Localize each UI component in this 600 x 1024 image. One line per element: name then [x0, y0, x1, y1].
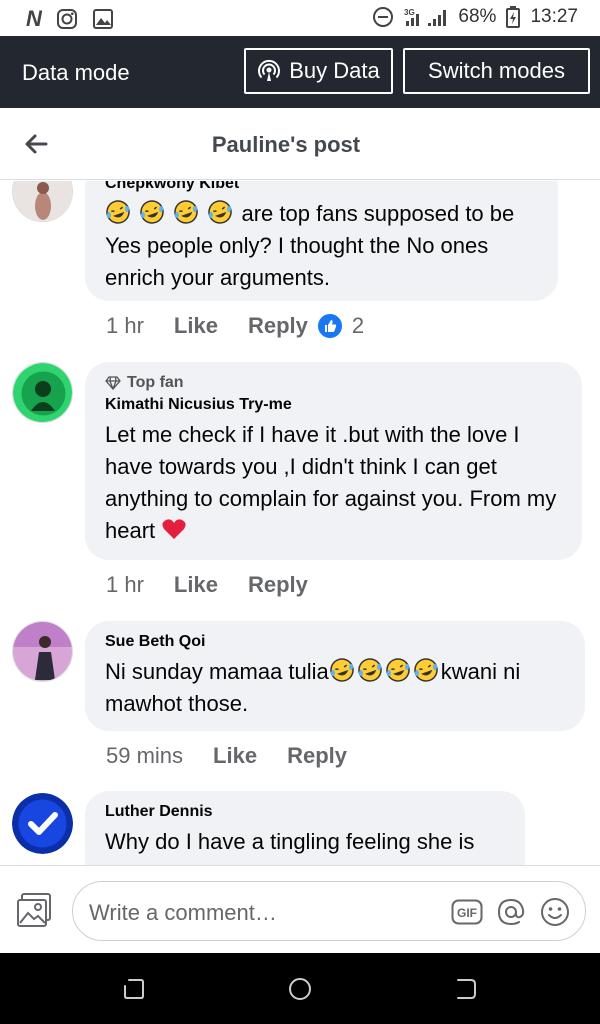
at-sign-icon[interactable]	[495, 896, 527, 928]
top-fan-label: Top fan	[127, 374, 184, 391]
laugh-emoji-group	[105, 200, 242, 226]
like-button[interactable]: Like	[174, 572, 218, 598]
photo-icon[interactable]	[16, 892, 54, 928]
laughing-emoji-icon	[140, 200, 164, 224]
composer-tools: GIF	[451, 896, 571, 928]
reply-and-reactions: Reply 2	[248, 313, 364, 339]
battery-charging-icon	[506, 6, 521, 28]
comment-actions: 1 hr Like Reply	[106, 572, 308, 598]
status-right-icons: 3G 68% 13:27	[372, 6, 578, 28]
comment-bubble[interactable]: Sue Beth Qoi Ni sunday mamaa tulia kwani …	[85, 621, 585, 731]
avatar[interactable]	[12, 793, 73, 854]
laughing-emoji-icon	[330, 658, 354, 682]
comment-composer: Write a comment… GIF	[0, 865, 600, 953]
comment-time[interactable]: 1 hr	[106, 313, 144, 339]
laughing-emoji-icon	[358, 658, 382, 682]
diamond-icon	[105, 376, 121, 390]
comment-input[interactable]: Write a comment… GIF	[72, 881, 586, 941]
comment-bubble[interactable]: Top fan Kimathi Nicusius Try-me Let me c…	[85, 362, 582, 560]
comment-text: are top fans supposed to be Yes people o…	[105, 198, 538, 294]
commenter-name[interactable]: Sue Beth Qoi	[105, 633, 565, 651]
laughing-emoji-icon	[414, 658, 438, 682]
battery-percent: 68%	[458, 6, 497, 27]
home-icon[interactable]	[286, 975, 314, 1003]
page-title: Pauline's post	[211, 132, 361, 157]
status-bar: N 3G 68% 13:27	[0, 0, 600, 36]
reply-button[interactable]: Reply	[248, 572, 308, 598]
laughing-emoji-icon	[106, 200, 130, 224]
system-nav-bar	[0, 953, 600, 1024]
laughing-emoji-icon	[386, 658, 410, 682]
thumbs-up-icon[interactable]	[317, 314, 342, 338]
signal-icon: 3G	[404, 8, 447, 26]
comments-feed[interactable]: Chepkwony Kibet are top fans supposed to…	[0, 181, 600, 865]
comment-actions: 59 mins Like Reply	[106, 743, 347, 769]
commenter-name[interactable]: Chepkwony Kibet	[105, 181, 538, 193]
post-header: Pauline's post	[0, 108, 600, 180]
gallery-icon	[92, 9, 113, 29]
comment-bubble[interactable]: Chepkwony Kibet are top fans supposed to…	[85, 181, 558, 301]
heart-icon	[162, 519, 186, 539]
comment-text: Why do I have a tingling feeling she is	[105, 829, 475, 854]
commenter-name[interactable]: Luther Dennis	[105, 803, 505, 821]
switch-modes-button[interactable]: Switch modes	[403, 48, 590, 94]
reply-button[interactable]: Reply	[287, 743, 347, 769]
recent-apps-icon[interactable]	[120, 975, 148, 1003]
svg-text:3G: 3G	[404, 8, 415, 17]
comment-time[interactable]: 1 hr	[106, 572, 144, 598]
data-mode-title: Data mode	[22, 60, 130, 85]
top-fan-badge: Top fan	[105, 374, 562, 392]
gif-icon[interactable]: GIF	[451, 896, 483, 928]
comment-input-placeholder: Write a comment…	[89, 900, 277, 925]
gif-label: GIF	[457, 906, 477, 920]
n-app-icon: N	[26, 6, 42, 31]
comment-text: Ni sunday mamaa tulia kwani ni mawhot tho…	[105, 656, 565, 720]
avatar[interactable]	[12, 181, 73, 222]
comment-bubble[interactable]: Luther Dennis Why do I have a tingling f…	[85, 791, 525, 865]
buy-data-label: Buy Data	[289, 58, 380, 83]
laughing-emoji-icon	[208, 200, 233, 224]
back-nav-icon[interactable]	[452, 975, 480, 1003]
reply-button[interactable]: Reply	[248, 313, 308, 339]
smiley-icon[interactable]	[539, 896, 571, 928]
avatar[interactable]	[12, 362, 73, 423]
do-not-disturb-icon	[373, 7, 394, 27]
like-button[interactable]: Like	[174, 313, 218, 339]
comment-text: Let me check if I have it .but with the …	[105, 419, 562, 547]
reaction-count[interactable]: 2	[352, 313, 364, 339]
comment-body-start: Ni sunday mamaa tulia	[105, 659, 329, 684]
laughing-emoji-icon	[174, 200, 198, 224]
comment-time[interactable]: 59 mins	[106, 743, 183, 769]
broadcast-icon	[258, 59, 281, 81]
clock: 13:27	[530, 6, 578, 27]
avatar[interactable]	[12, 621, 73, 682]
buy-data-button[interactable]: Buy Data	[244, 48, 393, 94]
commenter-name[interactable]: Kimathi Nicusius Try-me	[105, 396, 562, 414]
data-mode-bar: Data mode Buy Data Switch modes	[0, 36, 600, 108]
status-left-icons: N	[26, 6, 114, 32]
instagram-icon	[56, 9, 77, 29]
like-button[interactable]: Like	[213, 743, 257, 769]
comment-actions: 1 hr Like Reply 2	[106, 313, 364, 339]
switch-modes-label: Switch modes	[428, 58, 565, 83]
